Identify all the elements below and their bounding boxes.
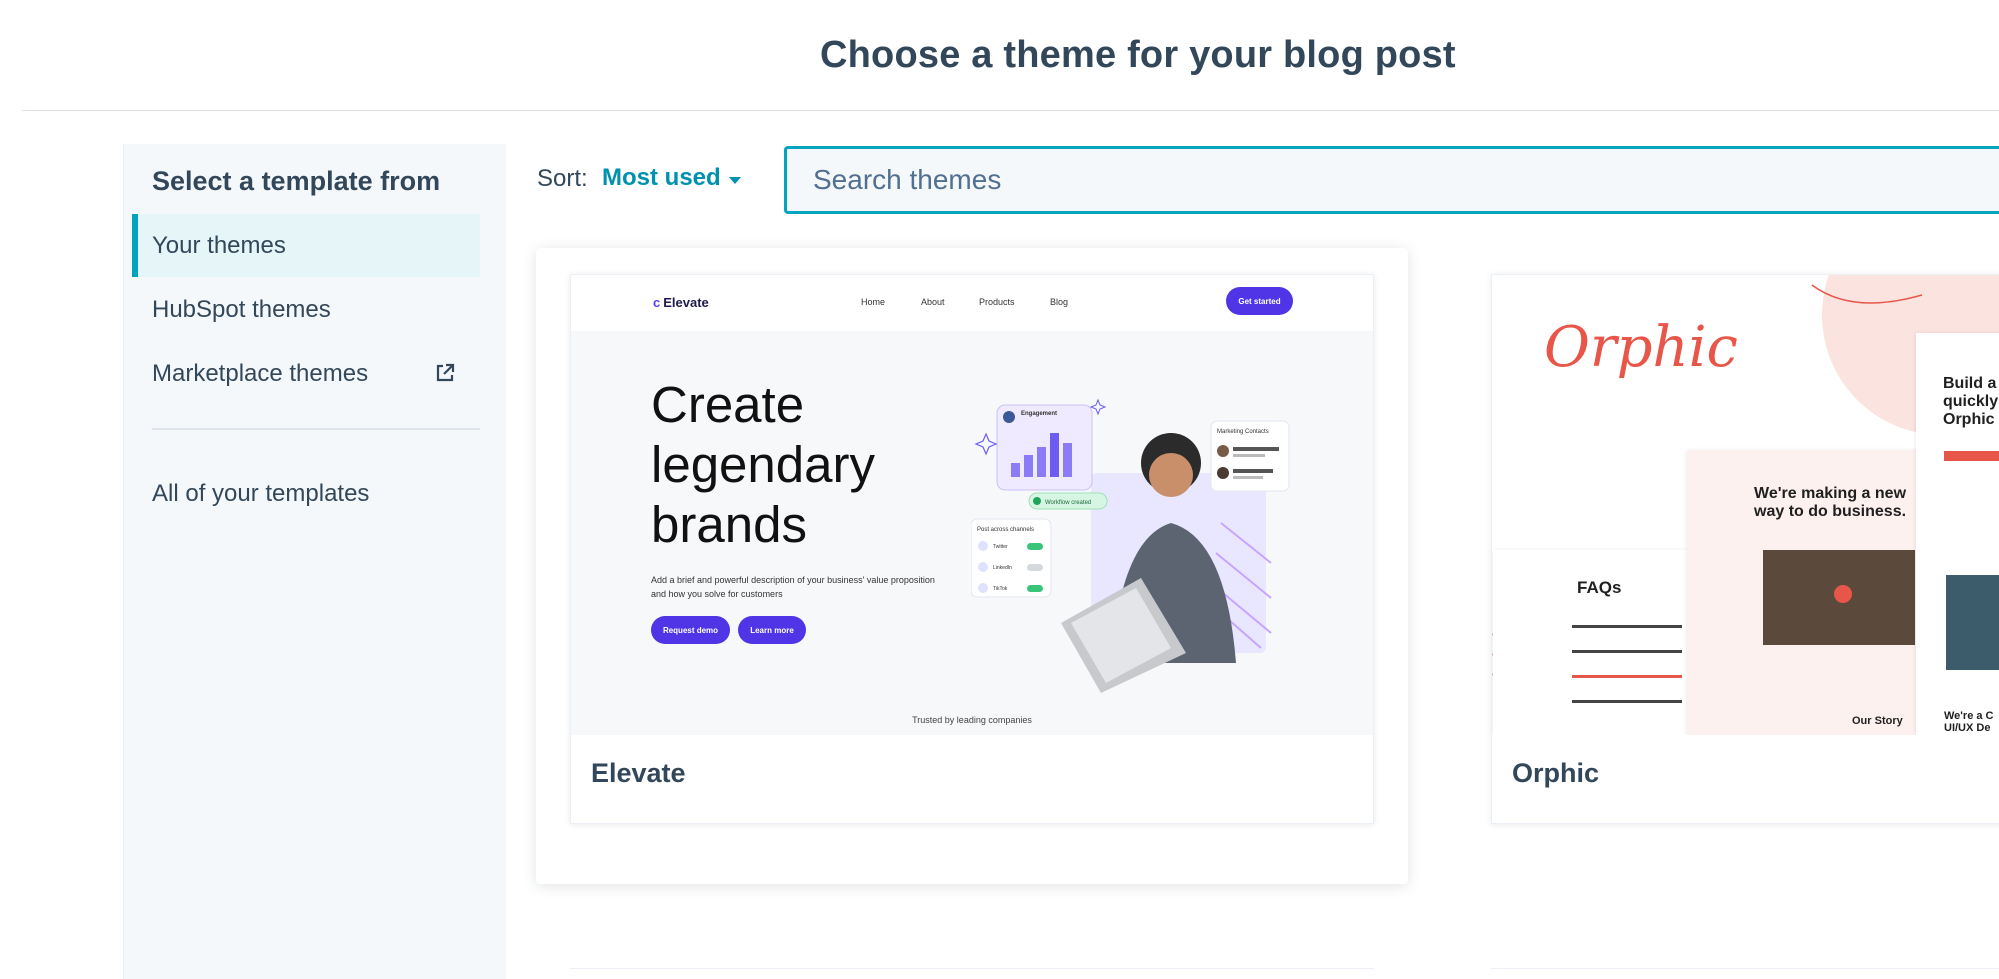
preview-footer-text: We're a C UI/UX De [1944, 710, 1994, 734]
sidebar-divider [152, 428, 480, 430]
search-themes-field[interactable] [784, 146, 1999, 214]
sidebar-item-label: Marketplace themes [152, 359, 369, 387]
build-line: Build a [1943, 375, 1997, 392]
sidebar-item-your-themes[interactable]: Your themes [132, 214, 480, 277]
theme-card-elevate[interactable]: ϲ Elevate Home About Products Blog Get st… [570, 274, 1374, 824]
header-divider [22, 110, 1999, 111]
hero-line: legendary [651, 436, 875, 493]
sidebar-item-all-templates[interactable]: All of your templates [132, 462, 480, 525]
chart-widget-label: Engagement [1021, 411, 1057, 417]
external-link-icon [436, 363, 455, 382]
preview-build-heading: Build a quickly Orphic [1943, 375, 1998, 429]
preview-text-line [1572, 675, 1682, 678]
caret-down-icon [728, 176, 741, 184]
preview-trusted-text: Trusted by leading companies [912, 715, 1032, 725]
channel-label: Twitter [993, 544, 1008, 550]
template-source-sidebar: Select a template from Your themes HubSp… [123, 144, 506, 979]
preview-hero-illustration: Engagement Workflow created Post across … [971, 398, 1290, 693]
status-chip: Workflow created [1045, 500, 1091, 506]
preview-nav-link: Blog [1050, 297, 1069, 307]
sort-dropdown[interactable]: Most used [602, 164, 741, 192]
theme-preview-elevate: ϲ Elevate Home About Products Blog Get st… [571, 275, 1373, 735]
sidebar-item-label: All of your templates [152, 479, 370, 507]
preview-cta-button: Get started [1226, 287, 1293, 315]
theme-preview-orphic: Orphic FAQs We're making a new way to do… [1492, 275, 1999, 735]
channels-title: Post across channels [977, 527, 1034, 533]
preview-faq-heading: FAQs [1577, 578, 1622, 597]
theme-name: Orphic [1512, 758, 1600, 788]
preview-team-photo [1946, 575, 1999, 670]
next-card-edge [1491, 968, 1999, 979]
sidebar-item-label: HubSpot themes [152, 295, 331, 323]
preview-story-heading: Our Story [1852, 715, 1903, 727]
search-input[interactable] [787, 149, 1999, 211]
preview-learn-more-button: Learn more [738, 616, 806, 644]
preview-nav-link: About [921, 297, 945, 307]
sidebar-heading: Select a template from [152, 166, 441, 196]
preview-description: Add a brief and powerful description of … [651, 575, 935, 599]
preview-text-line [1572, 625, 1682, 628]
preview-logo: ϲ Elevate [653, 295, 709, 310]
next-card-edge [570, 968, 1374, 979]
channel-label: TikTok [993, 586, 1008, 592]
build-line: quickly [1943, 393, 1999, 410]
theme-card-orphic[interactable]: Orphic FAQs We're making a new way to do… [1491, 274, 1999, 824]
logo-mark-icon: ϲ [653, 295, 661, 310]
contacts-title: Marketing Contacts [1217, 429, 1269, 435]
channel-label: LinkedIn [993, 565, 1012, 571]
preview-text-line [1572, 650, 1682, 653]
preview-hero-heading: Create legendary brands [651, 375, 875, 555]
hero-line: brands [651, 496, 807, 553]
play-icon [1834, 585, 1852, 603]
preview-headline: We're making a new way to do business. [1754, 485, 1906, 521]
sidebar-item-label: Your themes [152, 231, 286, 259]
theme-chooser-page: Choose a theme for your blog post Select… [0, 0, 1999, 979]
preview-text-line [1572, 700, 1682, 703]
sort-label: Sort: [537, 165, 588, 192]
hero-line: Create [651, 376, 805, 433]
build-line: Orphic [1943, 411, 1995, 428]
preview-cta-button [1944, 451, 1999, 461]
preview-request-demo-button: Request demo [651, 616, 730, 644]
preview-navbar: ϲ Elevate Home About Products Blog Get st… [571, 275, 1373, 331]
preview-logo-text: Elevate [663, 295, 709, 310]
sidebar-item-hubspot-themes[interactable]: HubSpot themes [132, 278, 480, 341]
footer-line: UI/UX De [1944, 722, 1991, 734]
theme-name: Elevate [591, 758, 686, 788]
sidebar-item-marketplace-themes[interactable]: Marketplace themes [132, 342, 480, 405]
page-header: Choose a theme for your blog post [0, 0, 1999, 111]
headline-line: We're making a new [1754, 485, 1907, 502]
page-title: Choose a theme for your blog post [820, 34, 1456, 76]
sort-value: Most used [602, 164, 721, 191]
preview-nav-link: Products [979, 297, 1015, 307]
footer-line: We're a C [1944, 710, 1994, 722]
preview-nav-link: Home [861, 297, 886, 307]
headline-line: way to do business. [1754, 503, 1907, 520]
preview-logo: Orphic [1544, 315, 1738, 380]
